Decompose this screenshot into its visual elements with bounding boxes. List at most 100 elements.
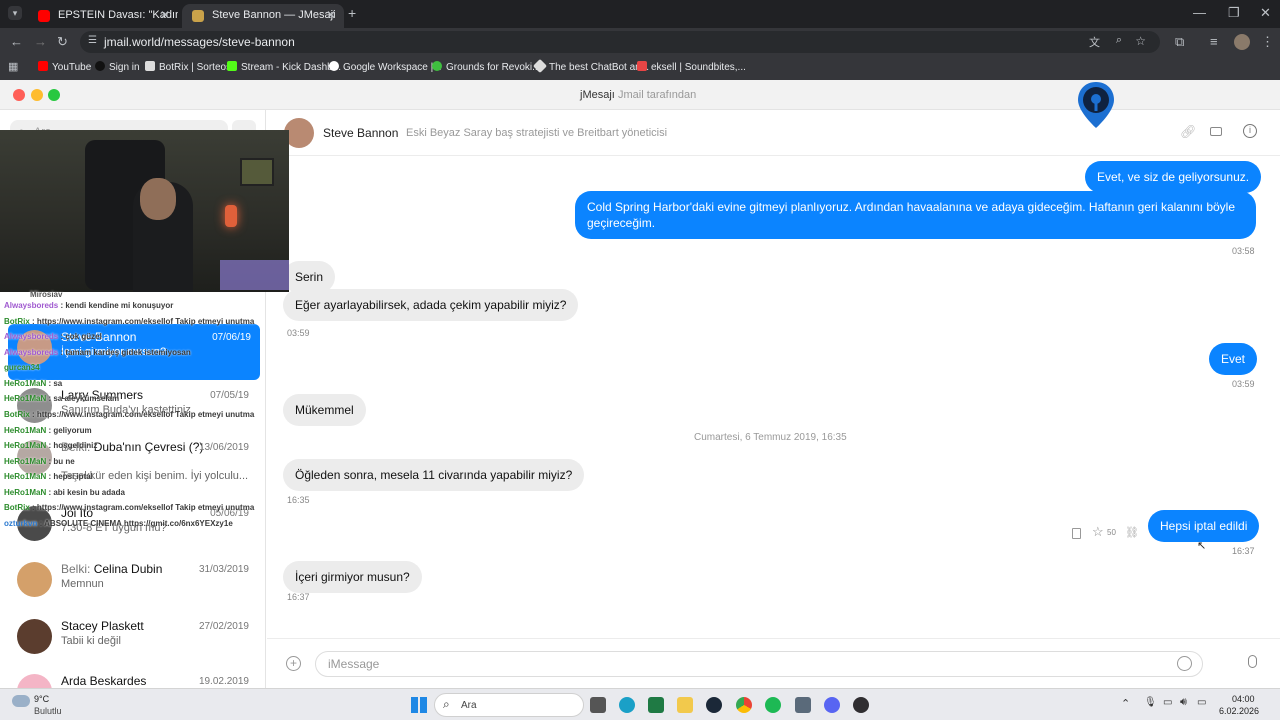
site-info-icon[interactable]: ☰ (88, 35, 97, 46)
profile-avatar[interactable] (1234, 34, 1250, 50)
extensions-icon[interactable]: ⧉ (1175, 34, 1184, 50)
message-incoming[interactable]: İçeri girmiyor musun? (283, 561, 422, 593)
message-timestamp: 16:37 (1232, 546, 1255, 556)
message-timestamp: 16:37 (287, 592, 310, 602)
message-timestamp: 16:35 (287, 495, 310, 505)
clock-time[interactable]: 04:00 (1232, 694, 1255, 704)
conversation-date: 07/05/19 (210, 390, 249, 401)
message-input[interactable]: iMessage (315, 651, 1203, 677)
conversation-name: Belki: Celina Dubin (61, 562, 163, 576)
tray-mic-icon[interactable]: 🎙︎ (1144, 697, 1157, 708)
conversation-celina-dubin[interactable]: Belki: Celina Dubin 31/03/2019 Memnun (0, 556, 265, 612)
add-attachment-icon[interactable]: + (286, 656, 301, 671)
maximize-icon[interactable]: ❐ (1228, 5, 1240, 21)
kick-icon (227, 61, 237, 71)
file-explorer-icon[interactable] (677, 697, 693, 713)
clock-date[interactable]: 6.02.2026 (1219, 706, 1259, 716)
tray-chevron-icon[interactable]: ⌃ (1121, 697, 1130, 710)
conversation-stacey-plaskett[interactable]: Stacey Plaskett 27/02/2019 Tabii ki deği… (0, 613, 265, 669)
close-tab-icon[interactable]: ✕ (326, 8, 336, 22)
message-outgoing[interactable]: Hepsi iptal edildi (1148, 510, 1260, 542)
menu-icon[interactable]: ⋮ (1261, 34, 1274, 50)
conversation-arda-beskardes[interactable]: Arda Beskardes 19.02.2019 (0, 668, 265, 688)
bookmarks-bar: ▦ YouTube Sign in BotRix | Sorteos Strea… (0, 56, 1280, 80)
conversation-date: 19.02.2019 (198, 676, 249, 687)
forward-icon[interactable]: → (34, 34, 47, 49)
contact-name: Steve Bannon (323, 126, 399, 140)
minimize-icon[interactable]: — (1193, 5, 1206, 20)
spotify-icon[interactable] (765, 697, 781, 713)
discord-icon[interactable] (824, 697, 840, 713)
weather-icon[interactable] (12, 695, 30, 707)
bookmark-chatbot[interactable]: The best ChatBot an... (532, 58, 649, 74)
chrome-icon[interactable] (736, 697, 752, 713)
bookmark-label: Stream - Kick Dashb... (241, 62, 342, 73)
close-tab-icon[interactable]: ✕ (160, 8, 170, 22)
tab-epstein[interactable]: EPSTEIN Davası: "Kadın ve Çocu ✕ (28, 4, 178, 28)
star-icon[interactable]: ☆ (1092, 524, 1104, 540)
tray-battery-icon[interactable]: ▭ (1197, 697, 1206, 708)
mouse-cursor-icon: ↖ (1197, 540, 1207, 552)
message-timestamp: 03:59 (287, 328, 310, 338)
message-incoming[interactable]: Öğleden sonra, mesela 11 civarında yapab… (283, 459, 585, 491)
message-incoming[interactable]: Eğer ayarlayabilirsek, adada çekim yapab… (283, 289, 579, 321)
webcam-frame-picture (240, 158, 274, 186)
reload-icon[interactable]: ↻ (57, 34, 68, 50)
url-bar[interactable]: ☰ jmail.world/messages/steve-bannon 文 ⌕ … (80, 31, 1160, 53)
windows-taskbar: 9°C Bulutlu ⌕ Ara ⌃ 🎙︎ ▭ 🔊︎ ▭ 04:00 6.02… (0, 688, 1280, 720)
bookmark-sign-in[interactable]: Sign in (95, 61, 140, 73)
apps-icon[interactable]: ▦ (8, 60, 18, 73)
back-icon[interactable]: ← (10, 34, 23, 49)
excel-icon[interactable] (648, 697, 664, 713)
message-link-icon[interactable]: ⛓︎ (1125, 526, 1139, 539)
message-outgoing[interactable]: Evet, ve siz de geliyorsunuz. (1085, 161, 1262, 193)
search-icon: ⌕ (443, 697, 450, 711)
taskbar-search[interactable]: ⌕ Ara (434, 693, 584, 717)
bookmark-eksell[interactable]: eksell | Soundbites,... (637, 61, 746, 73)
conversation-date: 07/06/19 (212, 332, 251, 343)
video-icon[interactable] (1210, 127, 1222, 136)
task-view-icon[interactable] (590, 697, 606, 713)
jmail-favicon-icon (192, 10, 204, 22)
tab-steve-bannon[interactable]: Steve Bannon — JMesaji ✕ (182, 4, 344, 28)
close-light-icon[interactable] (13, 89, 25, 101)
bookmark-kick[interactable]: Stream - Kick Dashb... (227, 61, 341, 73)
close-window-icon[interactable]: ✕ (1260, 5, 1271, 21)
minimize-light-icon[interactable] (31, 89, 43, 101)
zoom-light-icon[interactable] (48, 89, 60, 101)
tray-network-icon[interactable]: ▭ (1163, 697, 1172, 708)
bookmark-botrix[interactable]: BotRix | Sorteos (145, 61, 231, 73)
microphone-icon[interactable] (1248, 655, 1257, 668)
stream-chat-line: Alwaysboreds : çok güzel (4, 332, 102, 341)
steam-icon[interactable] (706, 697, 722, 713)
obs-icon[interactable] (853, 697, 869, 713)
stream-chat-line: HeRo1MaN : hepsi iptal (4, 472, 93, 481)
stream-chat-line: HeRo1MaN : geliyorum (4, 426, 92, 435)
tab-search-icon[interactable]: ▾ (8, 6, 22, 20)
info-icon[interactable]: i (1243, 124, 1257, 138)
message-outgoing[interactable]: Evet (1209, 343, 1258, 375)
link-icon[interactable]: 🔗︎ (1180, 124, 1197, 140)
avatar (17, 619, 52, 654)
emoji-icon[interactable] (1177, 656, 1192, 671)
stream-chat-line: gurcan34 (4, 363, 40, 372)
chatbot-icon (532, 58, 548, 74)
edge-icon[interactable] (619, 697, 635, 713)
google-icon (329, 61, 339, 71)
new-tab-button[interactable]: + (348, 5, 356, 21)
bookmark-grounds[interactable]: Grounds for Revoki... (432, 61, 540, 73)
bookmark-star-icon[interactable]: ☆ (1135, 34, 1146, 48)
start-icon[interactable] (411, 697, 427, 713)
document-icon[interactable] (1072, 528, 1081, 539)
map-pin-icon (1078, 82, 1114, 128)
message-incoming[interactable]: Mükemmel (283, 394, 366, 426)
youtube-icon (38, 61, 48, 71)
translate-icon[interactable]: 文 (1089, 34, 1100, 50)
zoom-icon[interactable]: ⌕ (1116, 34, 1122, 47)
bookmark-youtube[interactable]: YouTube (38, 61, 91, 73)
tray-volume-icon[interactable]: 🔊︎ (1180, 696, 1187, 709)
message-outgoing[interactable]: Cold Spring Harbor'daki evine gitmeyi pl… (575, 191, 1256, 239)
app-icon[interactable] (795, 697, 811, 713)
media-icon[interactable]: ≡ (1210, 34, 1218, 49)
bookmark-google-workspace[interactable]: Google Workspace |... (329, 61, 442, 73)
